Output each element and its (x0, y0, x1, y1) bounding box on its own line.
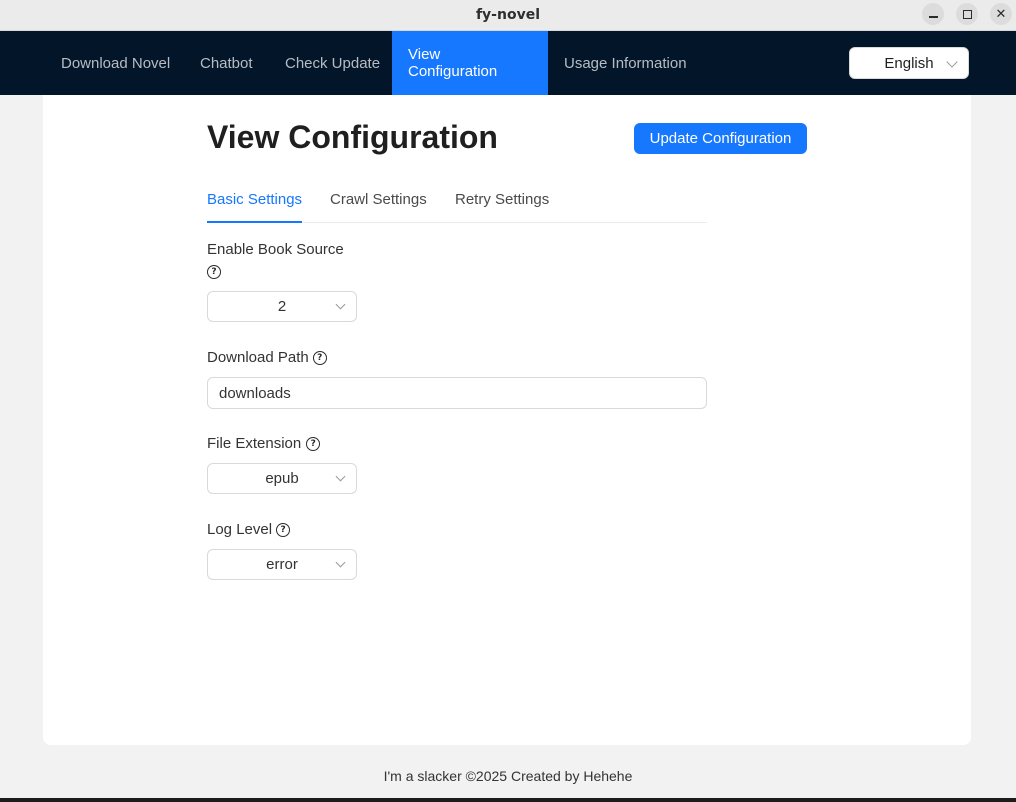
question-circle-icon[interactable]: ? (207, 265, 221, 279)
chevron-down-icon (335, 557, 346, 568)
book-source-label-text: Enable Book Source (207, 241, 344, 258)
download-path-input[interactable]: downloads (207, 377, 707, 409)
log-level-value: error (266, 556, 298, 573)
log-level-select[interactable]: error (207, 549, 357, 580)
footer-text: I'm a slacker ©2025 Created by Hehehe (383, 768, 633, 784)
nav-item-check-update[interactable]: Check Update (269, 31, 396, 95)
minimize-icon[interactable] (922, 3, 944, 25)
close-icon[interactable]: ✕ (990, 3, 1012, 25)
question-circle-icon[interactable]: ? (312, 350, 327, 365)
top-nav: Download Novel Chatbot Check Update View… (0, 31, 1016, 95)
nav-item-chatbot[interactable]: Chatbot (184, 31, 269, 95)
file-extension-select[interactable]: epub (207, 463, 357, 494)
nav-item-download-novel[interactable]: Download Novel (45, 31, 186, 95)
update-configuration-button[interactable]: Update Configuration (634, 123, 807, 154)
file-extension-value: epub (265, 470, 299, 487)
window-title: fy-novel (475, 7, 541, 23)
chevron-down-icon (946, 56, 958, 68)
download-path-label: Download Path ? (207, 349, 327, 366)
language-select[interactable]: English (849, 47, 969, 79)
log-level-label-text: Log Level (207, 521, 273, 538)
maximize-icon[interactable] (956, 3, 978, 25)
book-source-value: 2 (277, 298, 287, 315)
book-source-help: ? (207, 265, 221, 279)
file-extension-label: File Extension ? (207, 435, 321, 452)
tab-basic-settings[interactable]: Basic Settings (207, 191, 303, 223)
language-select-value: English (884, 54, 934, 72)
book-source-select[interactable]: 2 (207, 291, 357, 322)
page-title: View Configuration (207, 119, 498, 155)
window-titlebar: fy-novel ✕ (0, 0, 1016, 31)
bottom-edge (0, 798, 1016, 802)
tab-crawl-settings[interactable]: Crawl Settings (330, 191, 427, 223)
file-extension-label-text: File Extension (207, 435, 302, 452)
nav-item-view-configuration[interactable]: View Configuration (392, 31, 548, 95)
book-source-label: Enable Book Source (207, 241, 344, 258)
settings-tabs: Basic Settings Crawl Settings Retry Sett… (207, 185, 707, 223)
chevron-down-icon (335, 471, 346, 482)
chevron-down-icon (335, 299, 346, 310)
log-level-label: Log Level ? (207, 521, 291, 538)
download-path-label-text: Download Path (207, 349, 309, 366)
question-circle-icon[interactable]: ? (276, 522, 291, 537)
question-circle-icon[interactable]: ? (306, 436, 321, 451)
tab-retry-settings[interactable]: Retry Settings (455, 191, 549, 223)
config-card: View Configuration Update Configuration … (43, 95, 971, 745)
nav-item-usage-information[interactable]: Usage Information (548, 31, 703, 95)
